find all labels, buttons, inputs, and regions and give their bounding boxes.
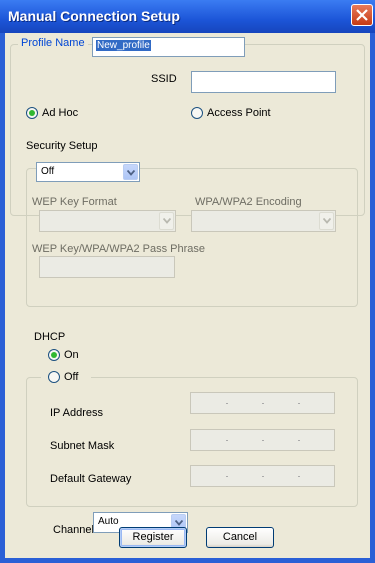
subnet-mask-input[interactable] [190,429,335,451]
security-group [26,168,358,307]
default-gateway-label: Default Gateway [50,473,132,485]
ip-separator [298,403,300,404]
title-bar[interactable]: Manual Connection Setup [0,0,375,33]
default-gateway-input[interactable] [190,465,335,487]
wpa-encoding-select[interactable] [191,210,336,232]
radio-selected-dot [51,352,57,358]
ip-separator [298,476,300,477]
passphrase-label: WEP Key/WPA/WPA2 Pass Phrase [32,243,205,255]
dhcp-off-label: Off [64,371,79,383]
ip-separator [226,403,228,404]
cancel-button[interactable]: Cancel [206,527,274,548]
chevron-down-icon [127,170,135,176]
chevron-down-icon [323,218,331,224]
dhcp-off-option[interactable]: Off [41,369,91,385]
ip-separator [262,476,264,477]
chevron-down-icon [163,218,171,224]
channel-label: Channel [53,524,94,536]
radio-selected-dot [29,110,35,116]
chevron-down-icon [175,520,183,526]
wpa-encoding-dropdown-button[interactable] [319,212,334,230]
ip-address-input[interactable] [190,392,335,414]
wpa-encoding-label: WPA/WPA2 Encoding [195,196,302,208]
ad-hoc-radio[interactable] [26,107,38,119]
close-button[interactable] [351,4,373,26]
channel-value: Auto [98,516,119,527]
dialog-window: Manual Connection Setup Profile Name New… [0,0,375,563]
dhcp-on-label: On [64,349,79,361]
dialog-body: Profile Name New_profile SSID Ad Hoc Acc… [5,33,370,558]
access-point-radio[interactable] [191,107,203,119]
dhcp-off-radio[interactable] [48,371,60,383]
ip-separator [226,476,228,477]
security-dropdown-button[interactable] [123,164,138,180]
wep-key-format-dropdown-button[interactable] [159,212,174,230]
subnet-mask-label: Subnet Mask [50,440,115,452]
ip-separator [226,440,228,441]
profile-name-label: Profile Name [18,37,88,49]
ssid-label: SSID [151,73,177,85]
dhcp-label: DHCP [34,331,66,343]
ip-separator [262,403,264,404]
security-setup-label: Security Setup [26,140,98,152]
ip-separator [262,440,264,441]
ip-separator [298,440,300,441]
close-icon [356,9,368,21]
profile-name-value: New_profile [96,40,151,51]
wep-key-format-label: WEP Key Format [32,196,117,208]
passphrase-input[interactable] [39,256,175,278]
window-title: Manual Connection Setup [8,8,180,24]
wep-key-format-select[interactable] [39,210,176,232]
security-select[interactable]: Off [36,162,140,182]
profile-name-input[interactable]: New_profile [92,37,245,57]
ad-hoc-label: Ad Hoc [42,107,79,119]
dhcp-on-radio[interactable] [48,349,60,361]
security-value: Off [41,166,55,177]
access-point-label: Access Point [207,107,271,119]
register-button[interactable]: Register [119,527,187,548]
ip-address-label: IP Address [50,407,103,419]
ssid-input[interactable] [191,71,336,93]
